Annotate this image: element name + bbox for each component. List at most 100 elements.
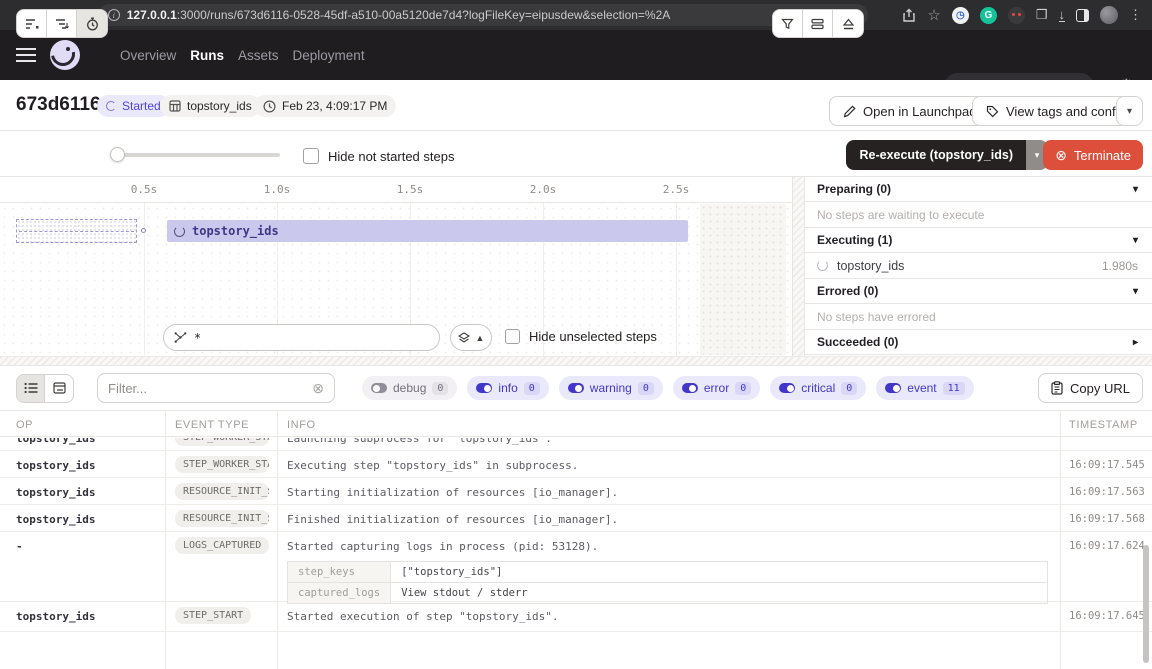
hamburger-menu-icon[interactable] bbox=[16, 48, 36, 62]
side-panel-icon[interactable] bbox=[1076, 9, 1089, 22]
view-stdout-stderr-link[interactable]: View stdout / stderr bbox=[391, 583, 1048, 604]
gantt-minimap-box[interactable] bbox=[16, 219, 137, 243]
log-row[interactable]: topstory_ids RESOURCE_INIT_SUCC.. Finish… bbox=[0, 505, 1152, 532]
log-table: OP EVENT TYPE INFO TIMESTAMP topstory_id… bbox=[0, 410, 1152, 669]
nav-link-deployment[interactable]: Deployment bbox=[293, 48, 365, 63]
chip-label: error bbox=[704, 381, 729, 395]
waterfall-view-button[interactable] bbox=[47, 10, 77, 37]
open-in-launchpad-button[interactable]: Open in Launchpad bbox=[829, 96, 990, 126]
timed-view-button[interactable] bbox=[77, 10, 107, 37]
site-info-icon[interactable]: i bbox=[108, 9, 120, 21]
gantt-zoom-slider[interactable] bbox=[112, 153, 280, 157]
graph-zoom-button[interactable]: ▲ bbox=[450, 324, 492, 351]
structured-view-icon bbox=[53, 382, 66, 394]
executing-step-row[interactable]: topstory_ids 1.980s bbox=[805, 253, 1152, 279]
preparing-empty-state: No steps are waiting to execute bbox=[805, 202, 1152, 228]
section-preparing[interactable]: Preparing (0) ▾ bbox=[805, 177, 1152, 202]
log-filter-input[interactable] bbox=[108, 381, 312, 396]
log-filter-field[interactable]: ⊗ bbox=[97, 373, 335, 403]
downloads-icon[interactable]: ↓ bbox=[1059, 9, 1066, 22]
expand-all-button[interactable] bbox=[833, 10, 863, 37]
col-header-event-type: EVENT TYPE bbox=[175, 419, 249, 431]
log-info: Finished initialization of resources [io… bbox=[287, 513, 618, 526]
rows-icon bbox=[811, 18, 824, 30]
grammarly-extension-icon[interactable]: G bbox=[980, 7, 997, 24]
reexecute-button[interactable]: Re-execute (topstory_ids) bbox=[846, 140, 1026, 170]
dagster-run-page: ← → ↻ i 127.0.0.1:3000/runs/673d6116-052… bbox=[0, 0, 1152, 669]
horizontal-splitter[interactable] bbox=[0, 356, 1152, 366]
view-tags-config-button[interactable]: View tags and config bbox=[972, 96, 1140, 126]
dagster-logo[interactable] bbox=[50, 40, 80, 70]
terminate-button[interactable]: ⊗ Terminate bbox=[1043, 140, 1143, 170]
bookmark-star-icon[interactable]: ☆ bbox=[927, 8, 940, 23]
reexecute-split-button: Re-execute (topstory_ids) ▾ bbox=[846, 140, 1048, 170]
log-row[interactable]: topstory_ids STEP_START Started executio… bbox=[0, 602, 1152, 632]
extensions-puzzle-icon[interactable]: ❒ bbox=[1036, 7, 1048, 23]
step-selection-input[interactable] bbox=[163, 324, 440, 351]
app-nav-bar: Overview Runs Assets Deployment Search..… bbox=[0, 30, 1152, 80]
gantt-bar-label: topstory_ids bbox=[192, 224, 279, 238]
job-name-tag[interactable]: topstory_ids bbox=[160, 95, 261, 117]
section-title: Succeeded (0) bbox=[817, 335, 898, 349]
clock-icon bbox=[263, 100, 276, 113]
hide-unselected-checkbox[interactable] bbox=[505, 329, 520, 344]
log-metadata-table: step_keys ["topstory_ids"] captured_logs… bbox=[287, 561, 1048, 604]
col-header-op: OP bbox=[16, 419, 33, 431]
log-timestamp: 16:09:17.624 bbox=[1069, 540, 1145, 552]
share-icon[interactable] bbox=[902, 8, 916, 22]
clear-filter-icon[interactable]: ⊗ bbox=[312, 380, 324, 397]
log-level-chip-event[interactable]: event 11 bbox=[876, 376, 973, 400]
clipboard-icon bbox=[1051, 381, 1063, 395]
flatten-view-button[interactable] bbox=[17, 10, 47, 37]
url-bar[interactable]: i 127.0.0.1:3000/runs/673d6116-0528-45df… bbox=[98, 4, 868, 26]
section-errored[interactable]: Errored (0) ▾ bbox=[805, 279, 1152, 304]
hide-not-started-checkbox[interactable] bbox=[303, 148, 319, 164]
step-selection-value[interactable] bbox=[194, 331, 429, 345]
slider-thumb[interactable] bbox=[110, 147, 125, 162]
nav-link-runs[interactable]: Runs bbox=[190, 48, 224, 63]
log-row[interactable]: topstory_ids STEP_WORKER_STARTED Executi… bbox=[0, 451, 1152, 478]
log-list-view-button[interactable] bbox=[17, 375, 45, 402]
stopwatch-icon bbox=[86, 17, 99, 31]
section-succeeded[interactable]: Succeeded (0) ▸ bbox=[805, 330, 1152, 355]
log-table-body[interactable]: topstory_ids STEP_WORKER_STARTI.. Launch… bbox=[0, 438, 1152, 669]
nav-link-overview[interactable]: Overview bbox=[120, 48, 176, 63]
section-executing[interactable]: Executing (1) ▾ bbox=[805, 228, 1152, 253]
toggle-on-icon bbox=[885, 383, 901, 393]
log-timestamp: 16:09:17.568 bbox=[1069, 513, 1145, 525]
filter-funnel-button[interactable] bbox=[773, 10, 803, 37]
flat-list-icon bbox=[25, 18, 39, 30]
run-start-time-label: Feb 23, 4:09:17 PM bbox=[282, 99, 387, 113]
log-structured-view-button[interactable] bbox=[45, 375, 73, 402]
log-info: Started execution of step "topstory_ids"… bbox=[287, 610, 559, 623]
toggle-on-icon bbox=[779, 383, 795, 393]
extension-icon-1[interactable]: ◷ bbox=[952, 7, 969, 24]
meta-value: ["topstory_ids"] bbox=[391, 562, 1048, 583]
event-type-badge: LOGS_CAPTURED bbox=[175, 537, 269, 554]
log-level-chip-warning[interactable]: warning 0 bbox=[559, 376, 663, 400]
log-row[interactable]: topstory_ids RESOURCE_INIT_STAR.. Starti… bbox=[0, 478, 1152, 505]
empty-text: No steps are waiting to execute bbox=[817, 208, 984, 222]
copy-url-button[interactable]: Copy URL bbox=[1038, 373, 1143, 403]
log-level-chip-critical[interactable]: critical 0 bbox=[770, 376, 866, 400]
log-timestamp: 16:09:17.545 bbox=[1069, 459, 1145, 471]
extension-icon-2[interactable] bbox=[1008, 7, 1025, 24]
log-row[interactable]: topstory_ids STEP_WORKER_STARTI.. Launch… bbox=[0, 438, 1152, 451]
log-toolbar: ⊗ debug 0 info 0 warning 0 error 0 bbox=[0, 366, 1152, 410]
run-more-actions-button[interactable]: ▾ bbox=[1116, 96, 1143, 126]
log-scrollbar-thumb[interactable] bbox=[1143, 545, 1149, 663]
vertical-splitter[interactable] bbox=[793, 177, 805, 356]
profile-avatar[interactable] bbox=[1100, 6, 1118, 24]
axis-tick: 2.5s bbox=[663, 183, 690, 196]
step-status-panel: Preparing (0) ▾ No steps are waiting to … bbox=[805, 177, 1152, 356]
collapse-rows-button[interactable] bbox=[803, 10, 833, 37]
log-level-chip-debug[interactable]: debug 0 bbox=[362, 376, 457, 400]
browser-menu-icon[interactable]: ⋮ bbox=[1129, 7, 1142, 23]
nav-link-assets[interactable]: Assets bbox=[238, 48, 279, 63]
log-level-chip-info[interactable]: info 0 bbox=[467, 376, 548, 400]
chip-label: debug bbox=[393, 381, 426, 395]
log-row[interactable]: - LOGS_CAPTURED Started capturing logs i… bbox=[0, 532, 1152, 602]
axis-tick: 1.0s bbox=[264, 183, 291, 196]
log-level-chip-error[interactable]: error 0 bbox=[673, 376, 760, 400]
gantt-step-bar[interactable]: topstory_ids bbox=[167, 220, 688, 242]
